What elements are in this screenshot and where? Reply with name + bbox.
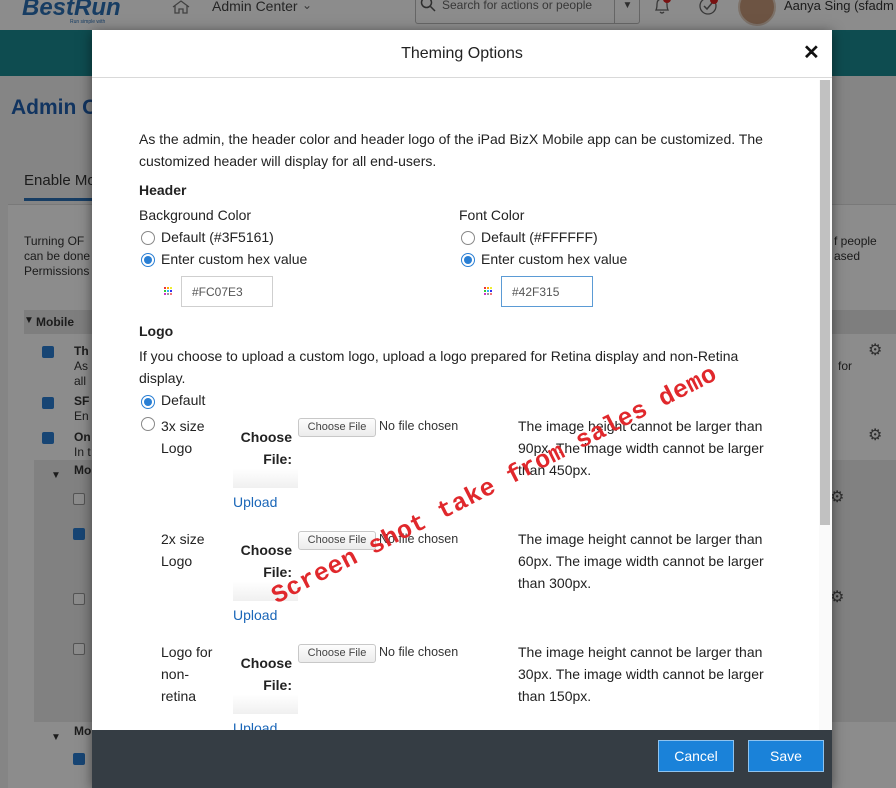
bg-custom-option-label[interactable]: Enter custom hex value — [161, 248, 307, 270]
logo-2x-label: 2x size Logo — [161, 531, 205, 569]
upload-link-3x[interactable]: Upload — [233, 494, 277, 510]
dialog-title: Theming Options — [401, 45, 523, 62]
logo-default-radio[interactable] — [141, 395, 155, 409]
dialog-body: As the admin, the header color and heade… — [92, 78, 819, 730]
bg-default-radio[interactable] — [141, 231, 155, 245]
theming-options-dialog: Theming Options ✕ As the admin, the head… — [92, 30, 832, 788]
font-color-label: Font Color — [459, 207, 525, 223]
header-section-title: Header — [139, 182, 187, 198]
logo-section-title: Logo — [139, 323, 174, 339]
choose-file-label: Choose File: — [233, 648, 298, 714]
font-custom-option-label[interactable]: Enter custom hex value — [481, 248, 627, 270]
choose-file-button-nonretina[interactable]: Choose File — [298, 644, 376, 663]
font-default-radio[interactable] — [461, 231, 475, 245]
bg-default-option-label[interactable]: Default (#3F5161) — [161, 226, 274, 248]
intro-text: As the admin, the header color and heade… — [139, 131, 763, 169]
dialog-header: Theming Options ✕ — [92, 30, 832, 78]
file-status-3x: No file chosen — [379, 419, 459, 433]
font-default-option-label[interactable]: Default (#FFFFFF) — [481, 226, 598, 248]
font-hex-input[interactable] — [501, 276, 593, 307]
choose-file-label: Choose File: — [233, 422, 298, 488]
scrollbar-thumb[interactable] — [820, 80, 830, 525]
close-icon[interactable]: ✕ — [803, 43, 820, 63]
logo-3x-radio[interactable] — [141, 417, 155, 431]
color-palette-icon[interactable] — [484, 287, 493, 296]
save-button[interactable]: Save — [748, 740, 824, 772]
choose-file-button-3x[interactable]: Choose File — [298, 418, 376, 437]
cancel-button[interactable]: Cancel — [658, 740, 734, 772]
size-hint-2x: The image height cannot be larger than 6… — [518, 531, 764, 591]
bg-custom-radio[interactable] — [141, 253, 155, 267]
color-palette-icon[interactable] — [164, 287, 173, 296]
font-custom-radio[interactable] — [461, 253, 475, 267]
logo-nonretina-label: Logo for non-retina — [161, 644, 213, 704]
upload-link-2x[interactable]: Upload — [233, 607, 277, 623]
file-status-nonretina: No file chosen — [379, 645, 459, 659]
background-color-label: Background Color — [139, 207, 252, 223]
bg-hex-input[interactable] — [181, 276, 273, 307]
logo-3x-label: 3x size Logo — [161, 418, 205, 456]
upload-link-nonretina[interactable]: Upload — [233, 720, 277, 730]
size-hint-nonretina: The image height cannot be larger than 3… — [518, 644, 764, 704]
dialog-footer: Cancel Save — [92, 730, 832, 788]
logo-default-option-label[interactable]: Default — [161, 389, 205, 411]
